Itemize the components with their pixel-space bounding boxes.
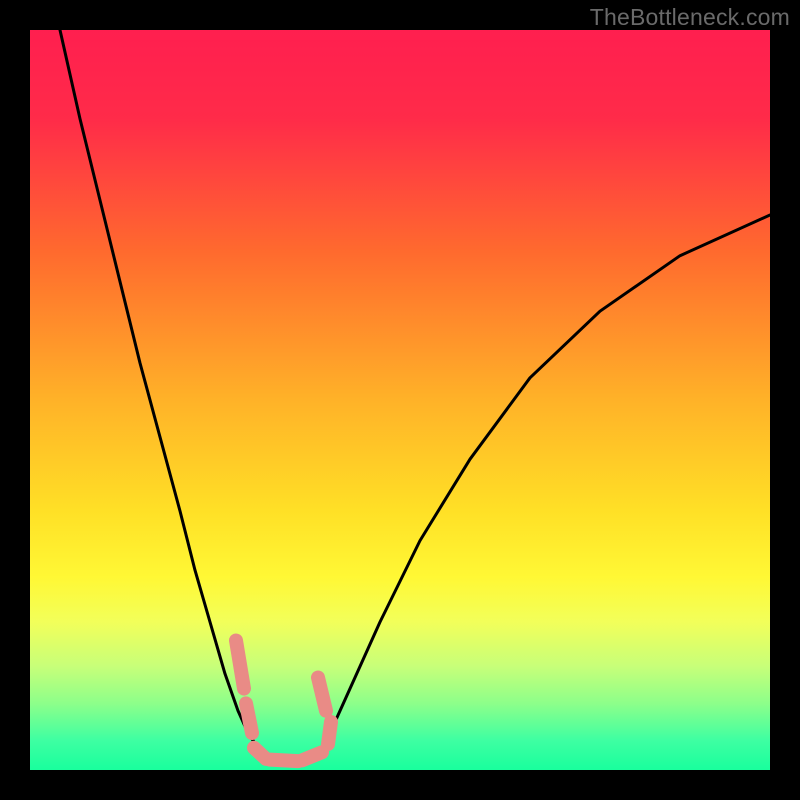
marker-left-dash-lower bbox=[246, 703, 252, 733]
marker-valley-right bbox=[302, 752, 322, 760]
marker-left-dash-upper bbox=[236, 641, 244, 689]
plot-area bbox=[30, 30, 770, 770]
curve-layer bbox=[30, 30, 770, 770]
marker-valley-mid bbox=[270, 760, 298, 761]
bottleneck-curve bbox=[60, 30, 770, 761]
chart-frame: TheBottleneck.com bbox=[0, 0, 800, 800]
watermark-text: TheBottleneck.com bbox=[590, 4, 790, 31]
marker-right-dash-lower bbox=[328, 722, 331, 744]
marker-right-dash-upper bbox=[318, 678, 326, 711]
